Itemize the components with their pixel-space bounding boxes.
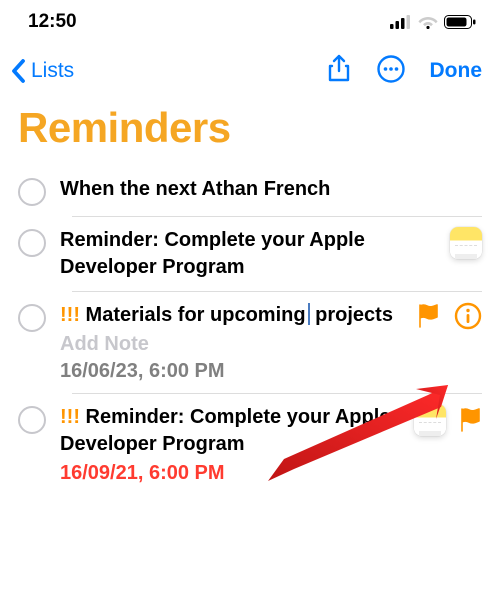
complete-toggle[interactable]: [18, 304, 46, 332]
reminder-date-overdue: 16/09/21, 6:00 PM: [60, 462, 400, 485]
reminders-list: When the next Athan French Reminder: Com…: [0, 166, 500, 495]
status-bar: 12:50: [0, 0, 500, 44]
reminder-item[interactable]: When the next Athan French: [18, 166, 482, 216]
notes-attachment-icon[interactable]: [450, 227, 482, 259]
chevron-left-icon: [10, 58, 28, 84]
reminder-item[interactable]: !!! Reminder: Complete your Apple Develo…: [18, 394, 482, 495]
status-time: 12:50: [28, 11, 77, 33]
reminder-title: !!! Reminder: Complete your Apple Develo…: [60, 404, 400, 458]
page-title: Reminders: [0, 98, 500, 166]
nav-bar: Lists Done: [0, 44, 500, 98]
status-icons: [390, 15, 476, 29]
done-button[interactable]: Done: [430, 59, 483, 83]
reminder-date: 16/06/23, 6:00 PM: [60, 360, 404, 383]
reminder-item[interactable]: Reminder: Complete your Apple Developer …: [18, 217, 482, 291]
ellipsis-circle-icon: [376, 54, 406, 84]
notes-attachment-icon[interactable]: [414, 404, 446, 436]
info-icon[interactable]: [454, 302, 482, 330]
complete-toggle[interactable]: [18, 178, 46, 206]
complete-toggle[interactable]: [18, 406, 46, 434]
reminder-title: When the next Athan French: [60, 176, 482, 203]
add-note-field[interactable]: Add Note: [60, 333, 404, 356]
priority-indicator: !!!: [60, 304, 80, 326]
text-cursor: [308, 303, 310, 325]
wifi-icon: [418, 15, 438, 29]
flag-icon[interactable]: [418, 304, 440, 328]
back-button[interactable]: Lists: [10, 58, 74, 84]
reminder-title: Reminder: Complete your Apple Developer …: [60, 227, 436, 281]
back-label: Lists: [31, 59, 74, 83]
share-icon: [326, 54, 352, 84]
reminder-item[interactable]: !!! Materials for upcoming projects Add …: [18, 292, 482, 393]
complete-toggle[interactable]: [18, 229, 46, 257]
flag-icon[interactable]: [460, 408, 482, 432]
share-button[interactable]: [326, 54, 352, 89]
reminder-title: !!! Materials for upcoming projects: [60, 302, 404, 329]
cellular-icon: [390, 15, 412, 29]
more-button[interactable]: [376, 54, 406, 89]
priority-indicator: !!!: [60, 406, 80, 428]
battery-icon: [444, 15, 476, 29]
